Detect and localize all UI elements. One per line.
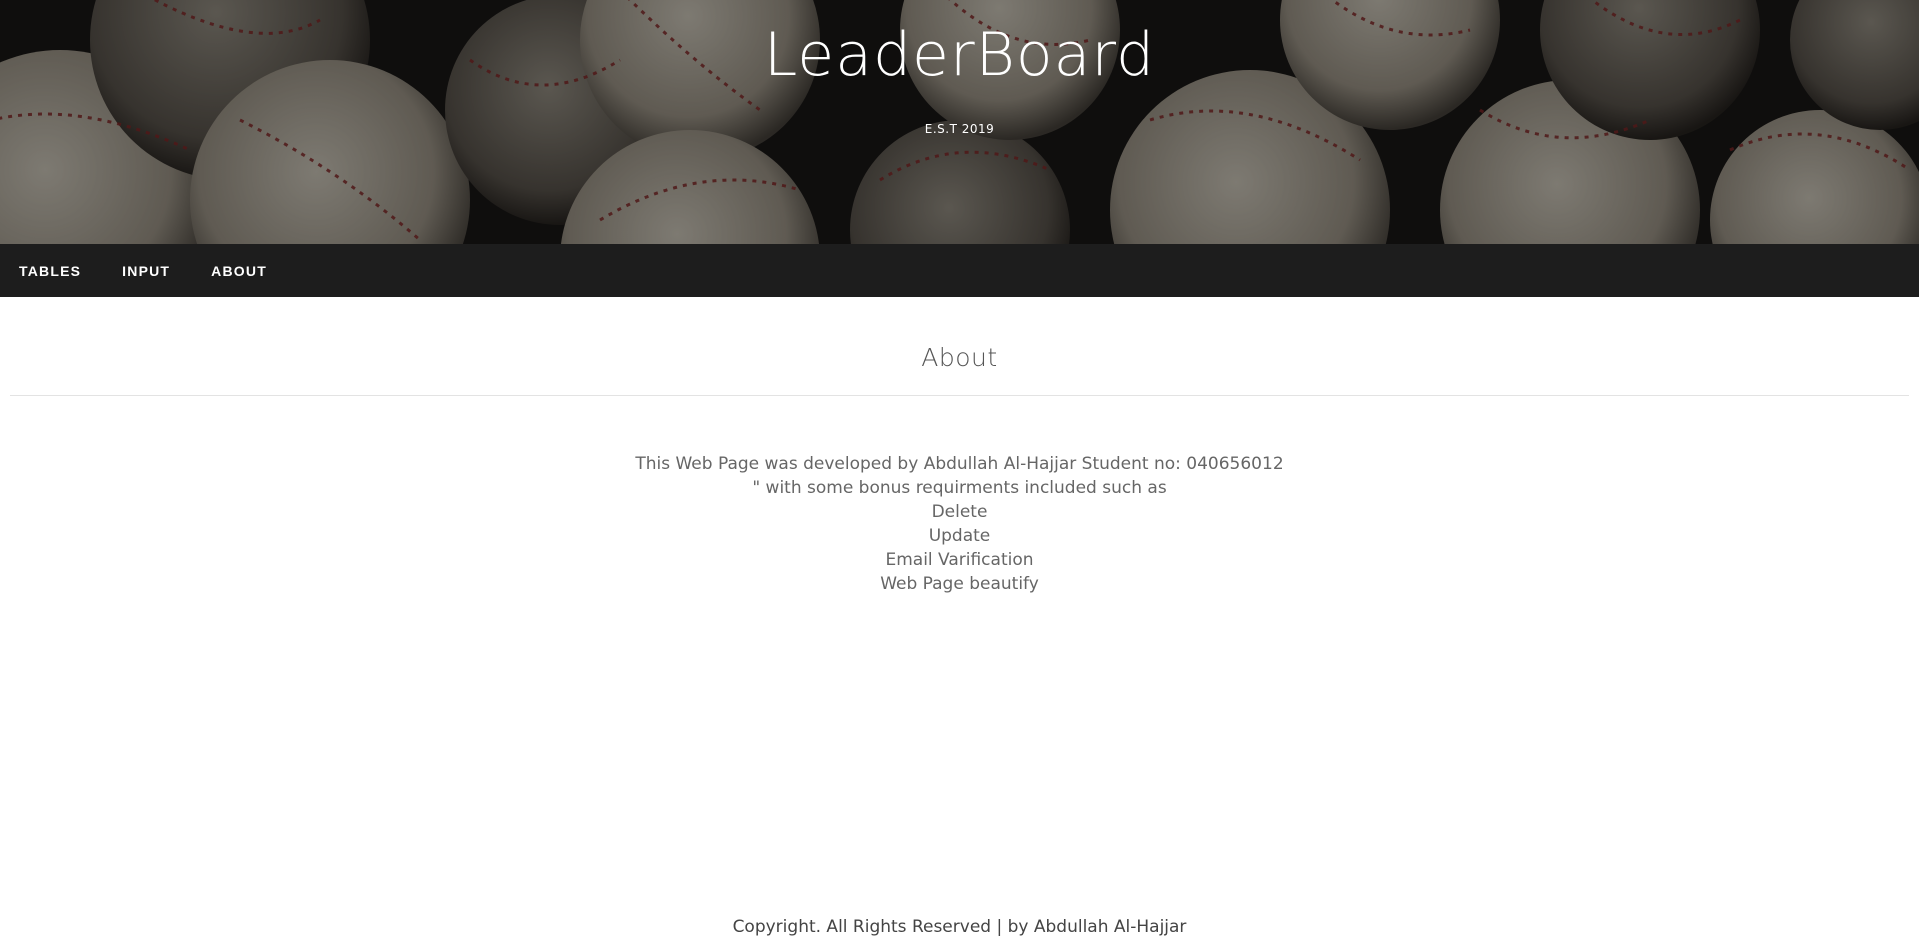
about-line: " with some bonus requirments included s… [752, 478, 1167, 498]
hero-banner: LeaderBoard E.S.T 2019 [0, 0, 1919, 244]
main-navbar: TABLES INPUT ABOUT [0, 244, 1919, 297]
main-content: About This Web Page was developed by Abd… [0, 343, 1919, 596]
footer-copyright: Copyright. All Rights Reserved | by Abdu… [732, 917, 1187, 937]
about-line: This Web Page was developed by Abdullah … [635, 454, 1284, 474]
site-subtitle: E.S.T 2019 [924, 122, 995, 136]
about-line: Update [928, 526, 991, 546]
page-title: About [921, 343, 998, 372]
nav-input-link[interactable]: INPUT [122, 263, 170, 279]
about-line: Email Varification [885, 550, 1034, 570]
about-text: This Web Page was developed by Abdullah … [0, 452, 1919, 596]
nav-tables-link[interactable]: TABLES [19, 263, 81, 279]
site-title: LeaderBoard [763, 20, 1156, 90]
nav-about-link[interactable]: ABOUT [211, 263, 267, 279]
about-line: Web Page beautify [880, 574, 1039, 594]
section-divider [10, 395, 1909, 396]
about-line: Delete [931, 502, 988, 522]
